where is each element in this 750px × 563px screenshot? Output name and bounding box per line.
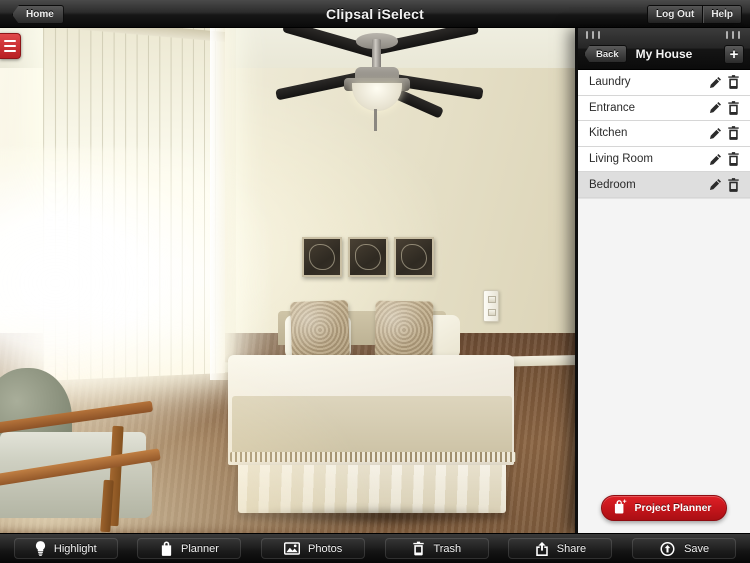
armchair: [0, 368, 161, 533]
hamburger-menu-icon: [4, 40, 16, 42]
panel-footer: Project Planner: [578, 483, 750, 533]
fan-pull-chain: [374, 109, 377, 131]
tool-label: Trash: [433, 542, 462, 555]
pencil-icon[interactable]: [706, 124, 724, 142]
lightbulb-icon: [35, 541, 46, 556]
fan-light-globe: [352, 83, 402, 111]
room-name: Living Room: [589, 153, 653, 166]
trash-icon[interactable]: [724, 73, 742, 91]
photo-icon: [284, 542, 301, 555]
tool-highlight[interactable]: Highlight: [13, 538, 118, 559]
tool-save[interactable]: Save: [632, 538, 737, 559]
top-bar: Home Clipsal iSelect Log Out Help: [0, 0, 750, 28]
tool-trash[interactable]: Trash: [384, 538, 489, 559]
tool-label: Planner: [181, 542, 219, 555]
room-name: Laundry: [589, 76, 631, 89]
panel-grip-handles[interactable]: [578, 31, 750, 39]
plus-icon: +: [729, 45, 739, 63]
add-room-button[interactable]: +: [724, 44, 744, 64]
list-item-kitchen[interactable]: Kitchen: [578, 121, 750, 147]
hamburger-menu-icon: [4, 45, 16, 47]
hamburger-menu-icon: [4, 50, 16, 52]
pencil-icon[interactable]: [706, 73, 724, 91]
hamburger-menu-button[interactable]: [0, 33, 21, 59]
grip-handle-left: [586, 31, 600, 39]
project-planner-label: Project Planner: [634, 502, 712, 514]
rooms-list: Laundry Entrance Kitchen Living Room Bed…: [578, 70, 750, 198]
bottom-toolbar: Highlight Planner Photos Trash Share Sav…: [0, 533, 750, 563]
help-label: Help: [711, 9, 733, 20]
bed-cushion: [374, 300, 434, 360]
wall-art-panel: [348, 237, 388, 277]
list-item-laundry[interactable]: Laundry: [578, 70, 750, 96]
panel-header: Back My House +: [578, 28, 750, 70]
pencil-icon[interactable]: [706, 150, 724, 168]
panel-back-button[interactable]: Back: [584, 45, 627, 63]
trash-icon[interactable]: [724, 99, 742, 117]
share-icon: [535, 541, 549, 556]
trash-icon[interactable]: [724, 150, 742, 168]
trash-icon[interactable]: [724, 124, 742, 142]
cloud-upload-icon: [659, 541, 676, 556]
rooms-list-empty-area: [578, 197, 750, 483]
trash-icon: [412, 541, 425, 556]
tool-label: Share: [556, 542, 587, 555]
tool-share[interactable]: Share: [508, 538, 613, 559]
pencil-icon[interactable]: [706, 99, 724, 117]
app-root: Home Clipsal iSelect Log Out Help Back M…: [0, 0, 750, 563]
rooms-panel: Back My House + Laundry Entrance Kitchen…: [575, 28, 750, 533]
tool-photos[interactable]: Photos: [261, 538, 366, 559]
grip-handle-right: [726, 31, 740, 39]
light-switch[interactable]: [483, 290, 499, 322]
ceiling-fan: [268, 28, 488, 141]
log-out-label: Log Out: [656, 9, 695, 20]
wall-art-panel: [302, 237, 342, 277]
room-name: Entrance: [589, 101, 636, 114]
shopping-bag-icon: [160, 541, 173, 556]
wall-art-panel: [394, 237, 434, 277]
tool-planner[interactable]: Planner: [137, 538, 242, 559]
help-button[interactable]: Help: [702, 6, 741, 23]
log-out-button[interactable]: Log Out: [648, 6, 703, 23]
trash-icon[interactable]: [724, 176, 742, 194]
room-name: Kitchen: [589, 127, 628, 140]
tool-label: Highlight: [53, 542, 97, 555]
room-name: Bedroom: [589, 178, 636, 191]
shopping-bag-plus-icon: [612, 499, 627, 518]
panel-back-label: Back: [596, 48, 619, 60]
list-item-living-room[interactable]: Living Room: [578, 146, 750, 173]
list-item-bedroom[interactable]: Bedroom: [578, 172, 750, 198]
app-title: Clipsal iSelect: [326, 5, 424, 22]
tool-label: Photos: [308, 542, 343, 555]
account-segmented-control: Log Out Help: [647, 5, 742, 24]
list-item-entrance[interactable]: Entrance: [578, 95, 750, 122]
tool-label: Save: [684, 542, 710, 555]
pencil-icon[interactable]: [706, 176, 724, 194]
project-planner-button[interactable]: Project Planner: [601, 495, 727, 521]
